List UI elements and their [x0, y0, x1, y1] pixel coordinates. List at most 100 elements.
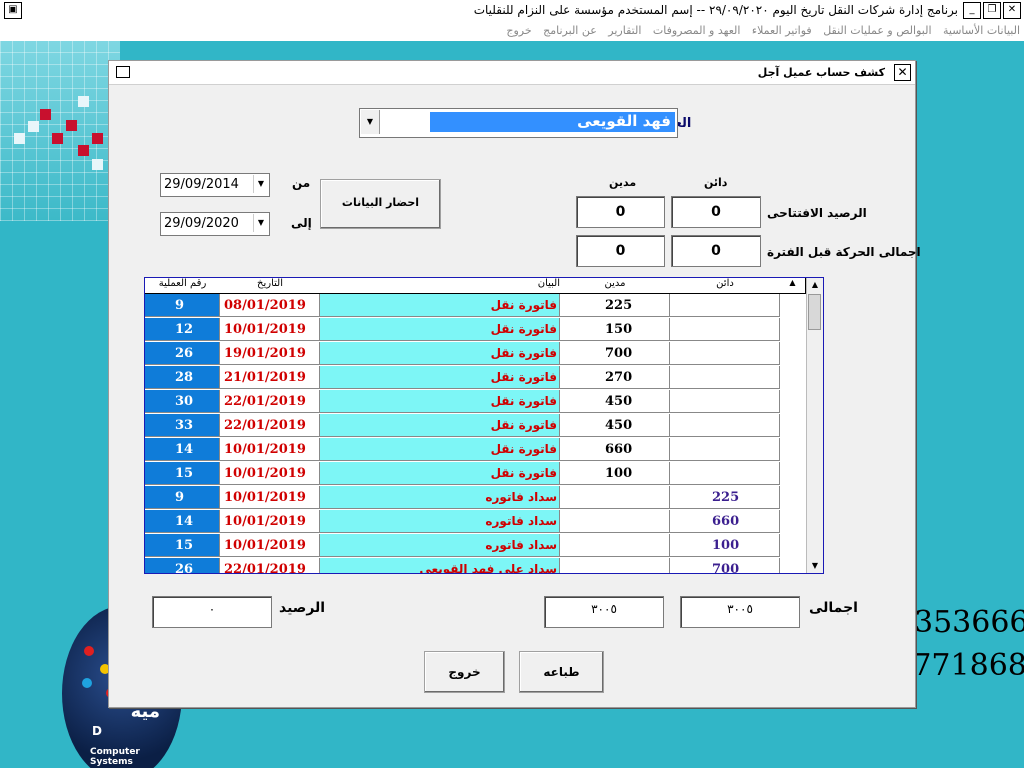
table-row[interactable]: 15 10/01/2019 سداد فاتوره 100 — [145, 534, 785, 558]
cell-date[interactable]: 10/01/2019 — [220, 510, 320, 533]
table-row[interactable]: 12 10/01/2019 فاتورة نقل 150 — [145, 318, 785, 342]
cell-desc[interactable]: سداد فاتوره — [320, 486, 560, 509]
cell-credit[interactable] — [670, 390, 780, 413]
cell-num[interactable]: 26 — [145, 342, 220, 365]
cell-num[interactable]: 15 — [145, 462, 220, 485]
cell-num[interactable]: 14 — [145, 510, 220, 533]
cell-desc[interactable]: سداد فاتوره — [320, 534, 560, 557]
table-row[interactable]: 15 10/01/2019 فاتورة نقل 100 — [145, 462, 785, 486]
table-row[interactable]: 28 21/01/2019 فاتورة نقل 270 — [145, 366, 785, 390]
cell-debit[interactable]: 660 — [560, 438, 670, 461]
customer-combo[interactable]: ▼ فهد القويعى — [359, 108, 678, 138]
cell-debit[interactable]: 150 — [560, 318, 670, 341]
cell-date[interactable]: 10/01/2019 — [220, 534, 320, 557]
cell-credit[interactable] — [670, 462, 780, 485]
header-debit[interactable]: مدين — [560, 278, 671, 294]
cell-credit[interactable]: 660 — [670, 510, 780, 533]
chevron-down-icon[interactable]: ▼ — [253, 214, 268, 232]
cell-num[interactable]: 15 — [145, 534, 220, 557]
menu-waybills[interactable]: البوالص و عمليات النقل — [823, 24, 931, 37]
menu-basic-data[interactable]: البيانات الأساسية — [943, 24, 1020, 37]
cell-num[interactable]: 30 — [145, 390, 220, 413]
cell-credit[interactable]: 225 — [670, 486, 780, 509]
from-date-picker[interactable]: 29/09/2014 ▼ — [160, 173, 270, 197]
cell-credit[interactable]: 700 — [670, 558, 780, 573]
scroll-down-icon[interactable]: ▼ — [807, 559, 823, 573]
menu-exit[interactable]: خروج — [506, 24, 531, 37]
cell-debit[interactable]: 225 — [560, 294, 670, 317]
print-button[interactable]: طباعه — [519, 651, 604, 693]
minimize-icon[interactable]: _ — [963, 2, 981, 19]
total-debit-field[interactable]: ٣٠٠٥ — [544, 596, 664, 628]
cell-date[interactable]: 10/01/2019 — [220, 462, 320, 485]
opening-debit-field[interactable]: 0 — [576, 196, 665, 228]
scroll-up-icon[interactable]: ▲ — [807, 278, 823, 292]
chevron-down-icon[interactable]: ▼ — [253, 175, 268, 193]
cell-debit[interactable]: 700 — [560, 342, 670, 365]
cell-debit[interactable] — [560, 510, 670, 533]
close-icon[interactable]: ✕ — [1003, 2, 1021, 19]
cell-num[interactable]: 26 — [145, 558, 220, 573]
cell-num[interactable]: 33 — [145, 414, 220, 437]
balance-field[interactable]: ٠ — [152, 596, 272, 628]
cell-desc[interactable]: فاتورة نقل — [320, 294, 560, 317]
cell-desc[interactable]: فاتورة نقل — [320, 318, 560, 341]
cell-date[interactable]: 10/01/2019 — [220, 486, 320, 509]
cell-credit[interactable] — [670, 318, 780, 341]
cell-desc[interactable]: فاتورة نقل — [320, 438, 560, 461]
cell-num[interactable]: 9 — [145, 486, 220, 509]
cell-date[interactable]: 21/01/2019 — [220, 366, 320, 389]
table-row[interactable]: 30 22/01/2019 فاتورة نقل 450 — [145, 390, 785, 414]
table-row[interactable]: 14 10/01/2019 سداد فاتوره 660 — [145, 510, 785, 534]
cell-num[interactable]: 14 — [145, 438, 220, 461]
cell-date[interactable]: 10/01/2019 — [220, 438, 320, 461]
menu-about[interactable]: عن البرنامج — [543, 24, 597, 37]
scroll-thumb[interactable] — [808, 294, 821, 330]
exit-button[interactable]: خروج — [424, 651, 505, 693]
cell-date[interactable]: 22/01/2019 — [220, 390, 320, 413]
opening-credit-field[interactable]: 0 — [671, 196, 761, 228]
header-sort-icon[interactable]: ▲ — [780, 278, 806, 294]
header-num[interactable]: رقم العملية — [145, 278, 221, 294]
cell-desc[interactable]: فاتورة نقل — [320, 414, 560, 437]
cell-debit[interactable] — [560, 558, 670, 573]
menu-customer-invoices[interactable]: فواتير العملاء — [752, 24, 812, 37]
table-row[interactable]: 9 08/01/2019 فاتورة نقل 225 — [145, 294, 785, 318]
cell-credit[interactable] — [670, 366, 780, 389]
cell-debit[interactable]: 450 — [560, 414, 670, 437]
cell-num[interactable]: 28 — [145, 366, 220, 389]
header-credit[interactable]: دائن — [670, 278, 781, 294]
restore-icon[interactable]: ❐ — [983, 2, 1001, 19]
cell-credit[interactable] — [670, 414, 780, 437]
cell-num[interactable]: 12 — [145, 318, 220, 341]
cell-desc[interactable]: سداد فاتوره — [320, 510, 560, 533]
cell-desc[interactable]: فاتورة نقل — [320, 462, 560, 485]
grid-scrollbar[interactable]: ▲ ▼ — [806, 278, 823, 573]
cell-credit[interactable] — [670, 342, 780, 365]
cell-debit[interactable] — [560, 486, 670, 509]
cell-num[interactable]: 9 — [145, 294, 220, 317]
menu-reports[interactable]: التقارير — [608, 24, 641, 37]
dialog-close-icon[interactable]: ✕ — [894, 64, 911, 81]
prior-debit-field[interactable]: 0 — [576, 235, 665, 267]
table-row[interactable]: 26 19/01/2019 فاتورة نقل 700 — [145, 342, 785, 366]
table-row[interactable]: 9 10/01/2019 سداد فاتوره 225 — [145, 486, 785, 510]
cell-debit[interactable]: 100 — [560, 462, 670, 485]
cell-debit[interactable]: 270 — [560, 366, 670, 389]
header-date[interactable]: التاريخ — [220, 278, 321, 294]
fetch-data-button[interactable]: احضار البيانات — [320, 179, 441, 229]
cell-credit[interactable] — [670, 294, 780, 317]
cell-date[interactable]: 22/01/2019 — [220, 414, 320, 437]
header-desc[interactable]: البيان — [320, 278, 561, 294]
menu-expenses[interactable]: العهد و المصروفات — [653, 24, 741, 37]
cell-desc[interactable]: فاتورة نقل — [320, 342, 560, 365]
to-date-picker[interactable]: 29/09/2020 ▼ — [160, 212, 270, 236]
table-row[interactable]: 33 22/01/2019 فاتورة نقل 450 — [145, 414, 785, 438]
customer-value[interactable]: فهد القويعى — [430, 112, 675, 132]
cell-date[interactable]: 19/01/2019 — [220, 342, 320, 365]
total-credit-field[interactable]: ٣٠٠٥ — [680, 596, 800, 628]
table-row[interactable]: 14 10/01/2019 فاتورة نقل 660 — [145, 438, 785, 462]
prior-credit-field[interactable]: 0 — [671, 235, 761, 267]
cell-credit[interactable] — [670, 438, 780, 461]
cell-date[interactable]: 08/01/2019 — [220, 294, 320, 317]
